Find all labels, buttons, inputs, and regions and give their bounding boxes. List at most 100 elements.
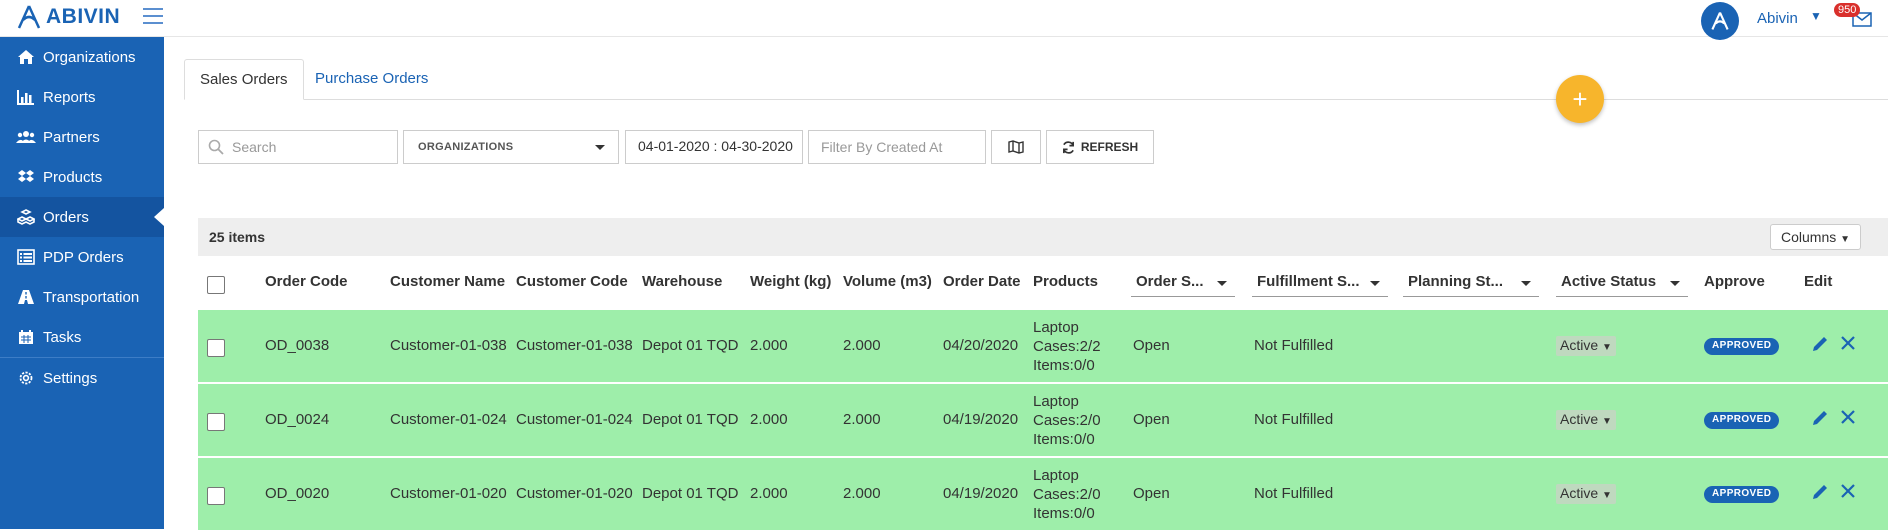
sidebar-item-organizations[interactable]: Organizations (0, 37, 164, 77)
cell-volume: 2.000 (843, 485, 881, 502)
tab-sales-orders[interactable]: Sales Orders (184, 59, 304, 100)
product-items: Items:0/0 (1033, 505, 1095, 522)
cell-warehouse: Depot 01 TQD (642, 485, 739, 502)
product-cases: Cases:2/0 (1033, 486, 1101, 503)
add-order-button[interactable]: + (1556, 75, 1604, 123)
header-fulfillment-status: Fulfillment S... (1257, 273, 1360, 290)
header-order-status-filter[interactable]: Order S... (1131, 265, 1235, 297)
header-order-date[interactable]: Order Date (943, 273, 1021, 290)
sidebar-item-settings[interactable]: Settings (0, 358, 164, 398)
tab-purchase-orders[interactable]: Purchase Orders (300, 59, 443, 100)
top-bar: ABIVIN Abivin ▼ 950 (0, 0, 1888, 40)
product-cases: Cases:2/0 (1033, 412, 1101, 429)
search-icon (208, 139, 224, 155)
user-avatar[interactable] (1701, 2, 1739, 40)
sidebar-item-tasks[interactable]: Tasks (0, 317, 164, 357)
caret-down-icon: ▼ (1840, 234, 1851, 245)
product-items: Items:0/0 (1033, 357, 1095, 374)
sidebar-item-reports[interactable]: Reports (0, 77, 164, 117)
columns-button[interactable]: Columns ▼ (1770, 224, 1862, 250)
user-name[interactable]: Abivin (1757, 10, 1798, 27)
header-customer-code[interactable]: Customer Code (516, 273, 628, 290)
cell-fulfillment-status: Not Fulfilled (1254, 337, 1334, 354)
row-checkbox[interactable] (207, 487, 225, 505)
header-approve: Approve (1704, 273, 1765, 290)
pencil-icon[interactable] (1810, 482, 1830, 502)
sidebar-item-transportation[interactable]: Transportation (0, 277, 164, 317)
sidebar-item-products[interactable]: Products (0, 157, 164, 197)
cell-products: Laptop Cases:2/0 Items:0/0 (1033, 466, 1101, 523)
cell-weight: 2.000 (750, 337, 788, 354)
created-at-filter-input[interactable]: Filter By Created At (808, 130, 986, 164)
cell-products: Laptop Cases:2/2 Items:0/0 (1033, 318, 1101, 375)
active-status-select[interactable]: Active ▼ (1556, 484, 1616, 504)
close-icon[interactable] (1839, 408, 1857, 426)
active-status-value: Active (1560, 337, 1599, 353)
cell-order-date: 04/19/2020 (943, 485, 1019, 502)
header-customer-name[interactable]: Customer Name (390, 273, 505, 290)
chevron-down-icon[interactable]: ▼ (1810, 9, 1822, 23)
row-checkbox[interactable] (207, 339, 225, 357)
cell-order-date: 04/20/2020 (943, 337, 1019, 354)
header-planning-status-filter[interactable]: Planning St... (1403, 265, 1539, 297)
cell-weight: 2.000 (750, 411, 788, 428)
table-row[interactable]: OD_0038 Customer-01-038 Customer-01-038 … (198, 310, 1888, 383)
date-range-input[interactable]: 04-01-2020 : 04-30-2020 (625, 130, 803, 164)
mail-count-badge: 950 (1834, 3, 1861, 17)
header-order-code[interactable]: Order Code (265, 273, 348, 290)
sidebar-item-label: Organizations (43, 48, 136, 66)
menu-toggle-icon[interactable] (143, 8, 163, 24)
header-warehouse[interactable]: Warehouse (642, 273, 722, 290)
cell-volume: 2.000 (843, 411, 881, 428)
header-weight[interactable]: Weight (kg) (750, 273, 831, 290)
order-tabs: Sales Orders Purchase Orders (184, 59, 1888, 100)
cell-fulfillment-status: Not Fulfilled (1254, 485, 1334, 502)
cell-fulfillment-status: Not Fulfilled (1254, 411, 1334, 428)
organizations-select-label: ORGANIZATIONS (418, 141, 514, 153)
close-icon[interactable] (1839, 482, 1857, 500)
search-placeholder: Search (232, 139, 277, 155)
table-row[interactable]: OD_0024 Customer-01-024 Customer-01-024 … (198, 384, 1888, 457)
header-active-status-filter[interactable]: Active Status (1556, 265, 1688, 297)
users-icon (16, 129, 36, 145)
cell-order-code[interactable]: OD_0038 (265, 337, 329, 354)
chevron-down-icon: ▼ (1602, 416, 1612, 427)
brand-name: ABIVIN (46, 5, 121, 28)
cell-customer-code: Customer-01-024 (516, 411, 633, 428)
sidebar-item-label: Settings (43, 369, 98, 387)
caret-down-icon (1370, 281, 1380, 286)
close-icon[interactable] (1839, 334, 1857, 352)
pencil-icon[interactable] (1810, 334, 1830, 354)
map-view-button[interactable] (991, 130, 1041, 164)
header-products[interactable]: Products (1033, 273, 1098, 290)
product-items: Items:0/0 (1033, 431, 1095, 448)
search-input[interactable]: Search (198, 130, 398, 164)
caret-down-icon (1670, 281, 1680, 286)
active-status-select[interactable]: Active ▼ (1556, 336, 1616, 356)
cell-order-code[interactable]: OD_0020 (265, 485, 329, 502)
product-name: Laptop (1033, 467, 1079, 484)
logo[interactable]: ABIVIN (16, 4, 120, 30)
sidebar-item-orders[interactable]: Orders (0, 197, 164, 237)
organizations-select[interactable]: ORGANIZATIONS (403, 130, 619, 164)
cell-warehouse: Depot 01 TQD (642, 411, 739, 428)
cell-customer-name: Customer-01-038 (390, 337, 507, 354)
sidebar-item-partners[interactable]: Partners (0, 117, 164, 157)
header-order-status: Order S... (1136, 273, 1204, 290)
sidebar-item-pdp-orders[interactable]: PDP Orders (0, 237, 164, 277)
cell-customer-name: Customer-01-024 (390, 411, 507, 428)
columns-label: Columns (1781, 229, 1837, 245)
caret-down-icon (1521, 281, 1531, 286)
active-status-select[interactable]: Active ▼ (1556, 410, 1616, 430)
cell-order-code[interactable]: OD_0024 (265, 411, 329, 428)
header-fulfillment-status-filter[interactable]: Fulfillment S... (1252, 265, 1388, 297)
gear-icon (16, 369, 36, 387)
row-checkbox[interactable] (207, 413, 225, 431)
table-row[interactable]: OD_0020 Customer-01-020 Customer-01-020 … (198, 458, 1888, 531)
select-all-checkbox[interactable] (207, 276, 225, 294)
header-volume[interactable]: Volume (m3) (843, 273, 932, 290)
refresh-icon (1062, 140, 1074, 154)
refresh-button[interactable]: REFRESH (1046, 130, 1154, 164)
product-name: Laptop (1033, 393, 1079, 410)
pencil-icon[interactable] (1810, 408, 1830, 428)
